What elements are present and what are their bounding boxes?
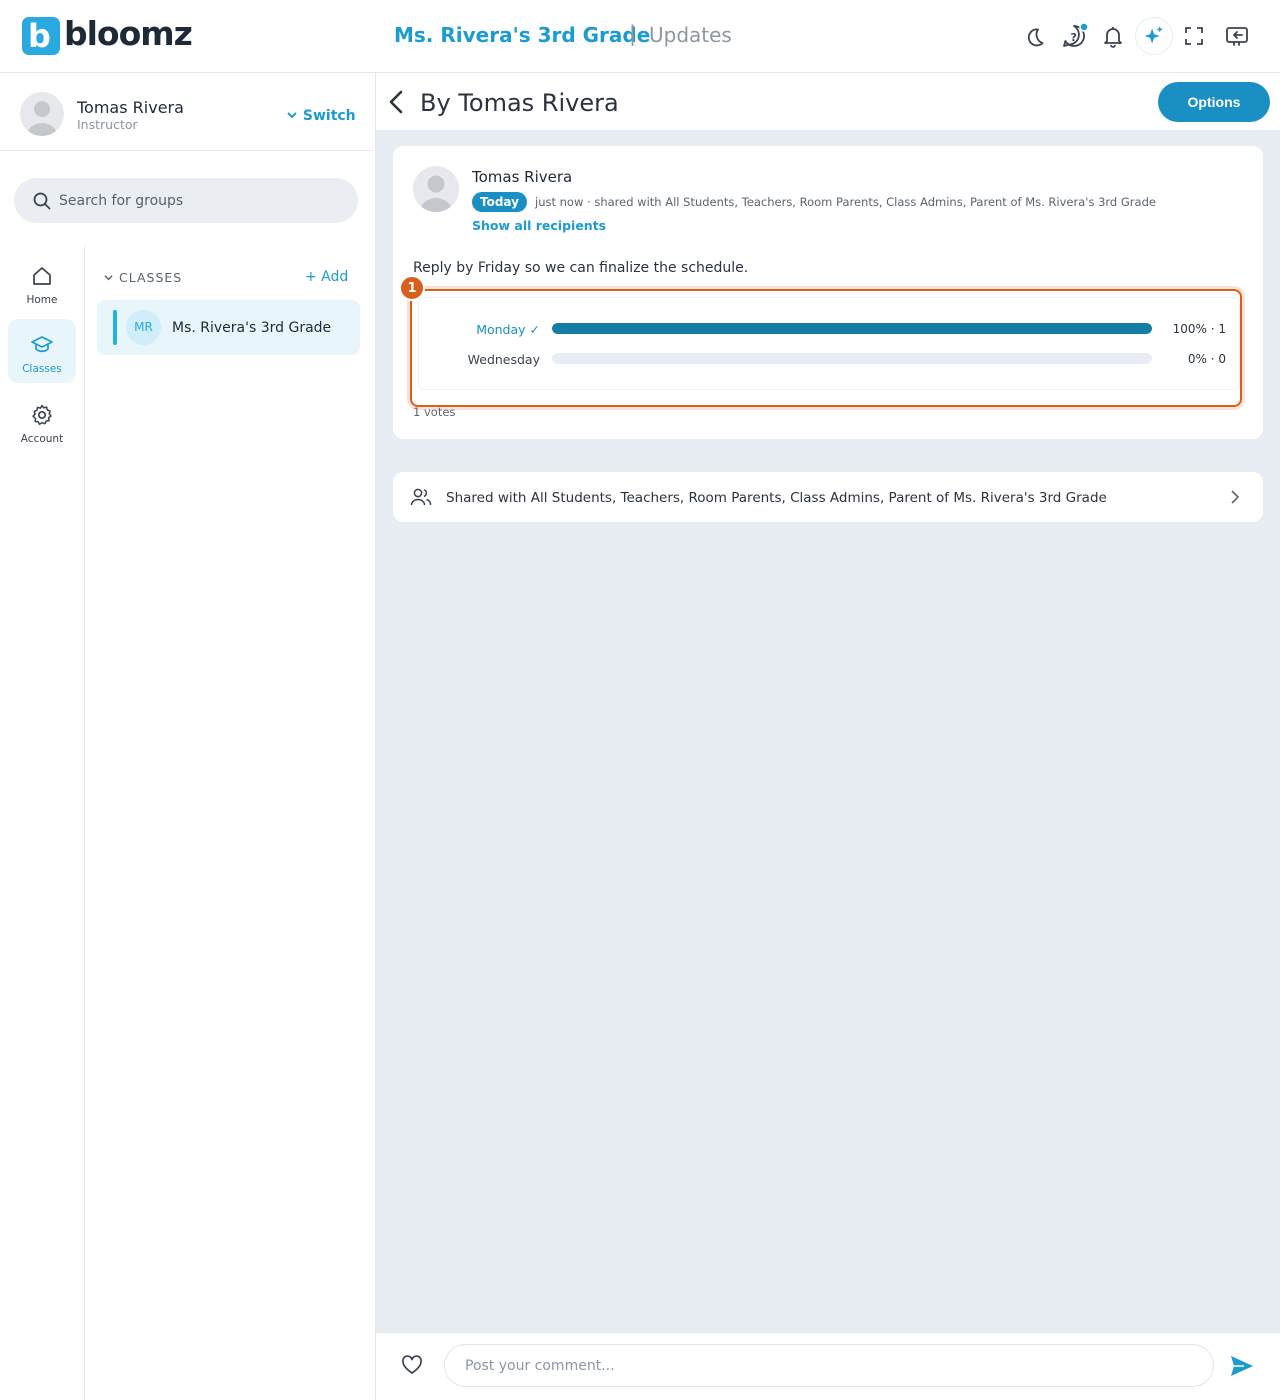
page-title: By Tomas Rivera: [420, 89, 619, 117]
group-search-box[interactable]: Search for groups: [14, 178, 358, 223]
poll: [418, 297, 1240, 390]
poll-bar-wednesday[interactable]: [552, 353, 1152, 364]
poll-result-wednesday: 0% · 0: [1187, 352, 1226, 366]
author-avatar[interactable]: [413, 166, 459, 212]
bloomz-logo-text[interactable]: bloomz: [64, 14, 193, 53]
logo-letter: b: [28, 17, 51, 55]
class-item-ms-rivera[interactable]: MR Ms. Rivera's 3rd Grade: [97, 300, 360, 355]
nav-rail: Home Classes Account: [0, 245, 85, 1400]
search-placeholder: Search for groups: [59, 193, 184, 209]
post-card: [393, 146, 1263, 439]
user-avatar[interactable]: [20, 92, 64, 136]
ai-sparkle-button[interactable]: [1135, 17, 1173, 55]
svg-text:?: ?: [1071, 31, 1077, 44]
comment-input[interactable]: [444, 1344, 1214, 1387]
post-author[interactable]: Tomas Rivera: [472, 168, 572, 186]
header-separator: |: [629, 22, 637, 46]
nav-account[interactable]: Account: [8, 389, 76, 453]
nav-account-label: Account: [20, 433, 64, 445]
help-chat-icon[interactable]: ?: [1058, 20, 1090, 52]
active-indicator: [113, 310, 117, 345]
shared-with-row[interactable]: Shared with All Students, Teachers, Room…: [393, 472, 1263, 522]
poll-bar-monday[interactable]: [552, 323, 1152, 334]
graduation-cap-icon: [31, 336, 53, 353]
nav-classes-label: Classes: [22, 363, 62, 375]
sparkle-icon: [1144, 26, 1163, 44]
poll-votes-count: 1 votes: [413, 405, 456, 419]
like-button[interactable]: [401, 1355, 423, 1379]
top-header: b bloomz Ms. Rivera's 3rd Grade | Update…: [0, 0, 1280, 73]
chevron-down-icon: [104, 275, 113, 281]
fullscreen-icon[interactable]: [1178, 20, 1210, 52]
shared-with-text: Shared with All Students, Teachers, Room…: [446, 490, 1107, 506]
poll-option-monday[interactable]: Monday ✓: [410, 322, 540, 337]
nav-home[interactable]: Home: [8, 250, 76, 314]
back-button[interactable]: [386, 89, 406, 119]
classes-heading-label: CLASSES: [119, 270, 183, 285]
class-name: Ms. Rivera's 3rd Grade: [172, 320, 332, 336]
send-icon: [1231, 1356, 1253, 1376]
user-panel: Tomas Rivera Instructor Switch: [0, 74, 373, 151]
chevron-right-icon: [1231, 490, 1240, 504]
poll-option-wednesday[interactable]: Wednesday: [410, 352, 540, 367]
collapse-panel-icon[interactable]: [1221, 20, 1253, 52]
switch-label: Switch: [302, 108, 356, 124]
home-icon: [33, 267, 51, 285]
search-icon: [33, 192, 51, 210]
dark-mode-icon[interactable]: [1018, 20, 1050, 52]
chevron-down-icon: [287, 112, 297, 119]
post-message: Reply by Friday so we can finalize the s…: [413, 260, 749, 276]
nav-home-label: Home: [26, 294, 58, 306]
notification-bell-icon[interactable]: [1097, 20, 1129, 52]
classes-heading[interactable]: CLASSES: [104, 270, 182, 285]
show-all-recipients-link[interactable]: Show all recipients: [472, 218, 606, 233]
header-class-title[interactable]: Ms. Rivera's 3rd Grade: [394, 23, 650, 47]
highlight-badge: 1: [399, 275, 425, 301]
send-button[interactable]: [1229, 1354, 1255, 1382]
add-class-button[interactable]: + Add: [305, 269, 348, 285]
post-meta: just now · shared with All Students, Tea…: [535, 195, 1156, 209]
today-badge: Today: [472, 192, 527, 212]
poll-fill-monday: [552, 323, 1152, 334]
gear-icon: [32, 404, 52, 426]
user-name: Tomas Rivera: [77, 98, 184, 117]
people-icon: [410, 488, 432, 506]
heart-icon: [402, 1355, 422, 1374]
poll-result-monday: 100% · 1: [1172, 322, 1226, 336]
nav-classes[interactable]: Classes: [8, 319, 76, 383]
header-section-title: Updates: [649, 23, 732, 47]
chevron-left-icon: [389, 90, 403, 114]
bloomz-logo-icon[interactable]: b: [22, 17, 60, 55]
user-role: Instructor: [77, 117, 138, 132]
options-button[interactable]: Options: [1158, 82, 1270, 122]
class-avatar: MR: [126, 310, 161, 345]
switch-account-button[interactable]: Switch: [286, 108, 356, 124]
